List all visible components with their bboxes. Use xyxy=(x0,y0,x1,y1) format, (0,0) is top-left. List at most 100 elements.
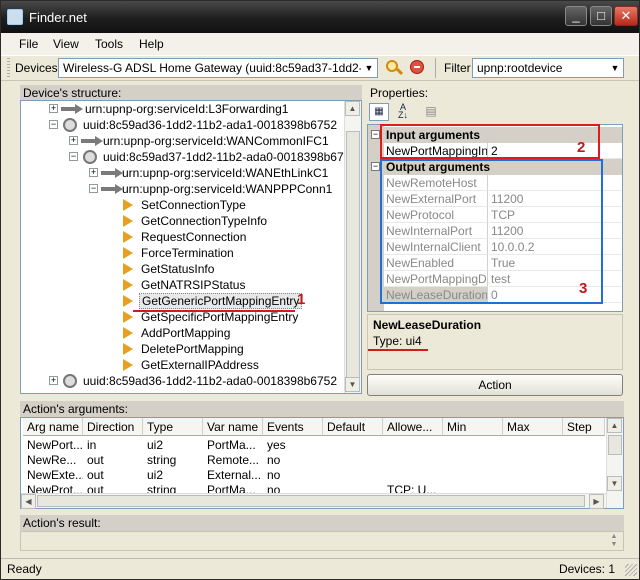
tree-action-row[interactable]: SetConnectionType xyxy=(21,197,345,213)
scroll-up-icon[interactable]: ▲ xyxy=(607,533,621,541)
tree-row[interactable]: + uuid:8c59ad36-1dd2-11b2-ada0-0018398b6… xyxy=(21,373,345,389)
window-title: Finder.net xyxy=(29,10,87,25)
tree-action-row[interactable]: ForceTermination xyxy=(21,245,345,261)
table-cell: External... xyxy=(207,468,262,482)
tree-action-row[interactable]: AddPortMapping xyxy=(21,325,345,341)
args-grid[interactable]: Arg name Direction Type Var name Events … xyxy=(20,417,624,509)
tree-label-selected: GetGenericPortMappingEntry xyxy=(139,293,303,309)
scroll-thumb[interactable] xyxy=(346,131,360,383)
stop-icon[interactable] xyxy=(410,60,424,74)
tree-label: SetConnectionType xyxy=(141,198,246,212)
scroll-right-icon[interactable]: ▶ xyxy=(589,494,604,509)
table-cell: NewExte... xyxy=(27,468,83,482)
col-header[interactable]: Min xyxy=(443,418,503,436)
device-icon xyxy=(83,150,97,164)
action-icon xyxy=(123,359,133,371)
expand-icon[interactable]: + xyxy=(89,168,98,177)
scroll-thumb[interactable] xyxy=(37,495,585,507)
filter-select-value: upnp:rootdevice xyxy=(477,61,563,75)
devices-count: Devices: 1 xyxy=(558,562,615,576)
title-bar: Finder.net _ □ ✕ xyxy=(1,1,639,33)
expand-icon[interactable]: + xyxy=(49,376,58,385)
tree-action-row[interactable]: GetConnectionTypeInfo xyxy=(21,213,345,229)
chevron-down-icon[interactable]: ▼ xyxy=(607,59,623,77)
menu-tools[interactable]: Tools xyxy=(95,37,123,51)
result-area[interactable]: ▲ ▼ xyxy=(20,531,624,551)
args-hscrollbar[interactable]: ◀ ▶ xyxy=(21,493,606,509)
tree-label: ForceTermination xyxy=(141,246,234,260)
description-type: Type: ui4 xyxy=(373,334,422,348)
chevron-down-icon[interactable]: ▼ xyxy=(361,59,377,77)
table-cell: ui2 xyxy=(147,468,164,482)
categorized-icon[interactable]: ▦ xyxy=(369,103,389,121)
scroll-down-icon[interactable]: ▼ xyxy=(607,476,622,491)
device-select-value: Wireless-G ADSL Home Gateway (uuid:8c59a… xyxy=(63,61,378,75)
menu-view[interactable]: View xyxy=(53,37,79,51)
minimize-button[interactable]: _ xyxy=(565,6,587,26)
scroll-down-icon[interactable]: ▼ xyxy=(345,377,360,392)
device-tree[interactable]: + urn:upnp-org:serviceId:L3Forwarding1 −… xyxy=(20,100,362,394)
table-cell: no xyxy=(267,453,281,467)
scroll-up-icon[interactable]: ▲ xyxy=(607,418,622,433)
resize-grip-icon[interactable] xyxy=(625,564,637,576)
tree-action-row[interactable]: GetStatusInfo xyxy=(21,261,345,277)
args-vscrollbar[interactable]: ▲ ▼ xyxy=(606,418,623,508)
tree-row[interactable]: − uuid:8c59ad37-1dd2-11b2-ada0-0018398b6… xyxy=(21,149,357,165)
expand-icon[interactable]: + xyxy=(69,136,78,145)
tree-label: uuid:8c59ad36-1dd2-11b2-ada0-0018398b675… xyxy=(83,374,338,388)
maximize-button[interactable]: □ xyxy=(590,6,612,26)
col-header[interactable]: Type xyxy=(143,418,203,436)
col-header[interactable]: Allowe... xyxy=(383,418,443,436)
tree-row[interactable]: − urn:upnp-org:serviceId:WANPPPConn1 xyxy=(21,181,345,197)
table-cell: yes xyxy=(267,438,286,452)
scroll-thumb[interactable] xyxy=(608,435,622,455)
tree-scrollbar[interactable]: ▲ ▼ xyxy=(344,101,361,393)
table-cell: ui2 xyxy=(147,438,164,452)
property-pages-icon[interactable]: ▤ xyxy=(421,103,441,121)
tree-action-row[interactable]: GetExternalIPAddress xyxy=(21,357,345,373)
tree-label: urn:upnp-org:serviceId:WANCommonIFC1 xyxy=(103,134,329,148)
tree-label: GetStatusInfo xyxy=(141,262,215,276)
filter-label: Filter xyxy=(444,61,471,75)
tree-action-row[interactable]: DeletePortMapping xyxy=(21,341,345,357)
tree-row[interactable]: − uuid:8c59ad36-1dd2-11b2-ada1-0018398b6… xyxy=(21,117,345,133)
col-header[interactable]: Step xyxy=(563,418,605,436)
menu-file[interactable]: File xyxy=(19,37,38,51)
tree-row[interactable]: + urn:upnp-org:serviceId:WANEthLinkC1 xyxy=(21,165,345,181)
expand-icon[interactable]: + xyxy=(49,104,58,113)
col-header[interactable]: Events xyxy=(263,418,323,436)
col-header[interactable]: Direction xyxy=(83,418,143,436)
col-header[interactable]: Default xyxy=(323,418,383,436)
collapse-icon[interactable]: − xyxy=(89,184,98,193)
tree-label: DeletePortMapping xyxy=(141,342,244,356)
collapse-icon[interactable]: − xyxy=(371,130,380,139)
tree-label: GetExternalIPAddress xyxy=(141,358,259,372)
col-header[interactable]: Var name xyxy=(203,418,263,436)
description-title: NewLeaseDuration xyxy=(373,318,482,332)
collapse-icon[interactable]: − xyxy=(49,120,58,129)
properties-toolbar: ▦ A Z↓ ▤ xyxy=(367,101,623,123)
alphabetical-sort-icon[interactable]: A Z↓ xyxy=(393,103,413,121)
col-header[interactable]: Arg name xyxy=(23,418,83,436)
args-header: Action's arguments: xyxy=(20,401,624,417)
scroll-left-icon[interactable]: ◀ xyxy=(21,494,36,509)
collapse-icon[interactable]: − xyxy=(69,152,78,161)
tree-action-row[interactable]: GetSpecificPortMappingEntry xyxy=(21,309,345,325)
col-header[interactable]: Max xyxy=(503,418,563,436)
tree-row[interactable]: + urn:upnp-org:serviceId:L3Forwarding1 xyxy=(21,101,345,117)
action-icon xyxy=(123,231,133,243)
tree-label: GetNATRSIPStatus xyxy=(141,278,246,292)
app-window: Finder.net _ □ ✕ File View Tools Help De… xyxy=(0,0,640,580)
device-select[interactable]: Wireless-G ADSL Home Gateway (uuid:8c59a… xyxy=(58,58,378,78)
close-button[interactable]: ✕ xyxy=(614,6,638,26)
scroll-down-icon[interactable]: ▼ xyxy=(607,541,621,549)
menu-help[interactable]: Help xyxy=(139,37,164,51)
tree-row[interactable]: + urn:upnp-org:serviceId:WANCommonIFC1 xyxy=(21,133,345,149)
service-icon xyxy=(81,136,105,146)
action-button[interactable]: Action xyxy=(367,374,623,396)
tree-action-row[interactable]: RequestConnection xyxy=(21,229,345,245)
scroll-up-icon[interactable]: ▲ xyxy=(345,101,360,116)
collapse-icon[interactable]: − xyxy=(371,162,380,171)
table-cell: no xyxy=(267,468,281,482)
filter-select[interactable]: upnp:rootdevice ▼ xyxy=(472,58,624,78)
